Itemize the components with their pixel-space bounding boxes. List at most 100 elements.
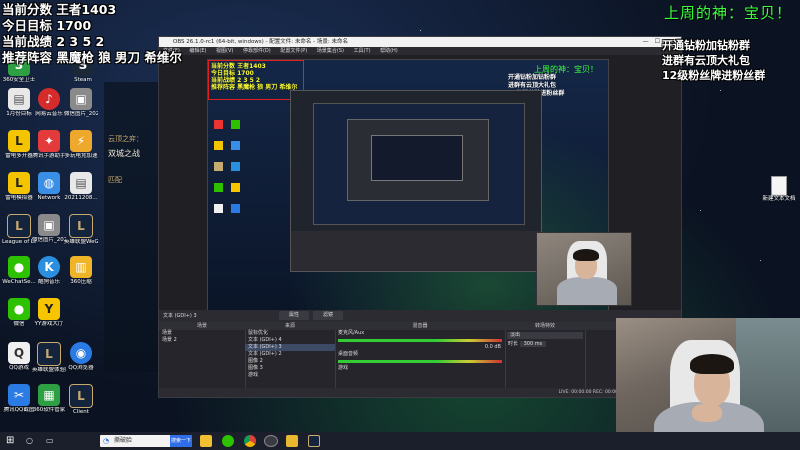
menu-item[interactable]: 编辑(E) [189,48,206,54]
source-item[interactable]: 游戏 [245,372,335,379]
kugou-icon: K [38,256,60,278]
properties-button[interactable]: 属性 [279,311,309,320]
zip-icon: ▥ [70,256,92,278]
lol-status: 匹配 [108,176,122,184]
scene-item[interactable]: 场景 2 [159,337,245,344]
source-toolbar: 文本 (GDI+) 3 属性 滤镜 [159,310,681,322]
scissors-icon: ✂ [8,384,30,406]
source-item[interactable]: 文本 (GDI+) 4 [245,337,335,344]
webcam-preview-small [536,232,632,306]
desktop-icon[interactable]: ▤ 20211208... [64,172,98,202]
preview-line: 当前战绩 2 3 5 2 [211,77,261,84]
wechat-icon: ● [8,256,30,278]
transition-select[interactable]: 淡出 [507,332,583,339]
chrome-icon[interactable] [244,435,256,447]
obs-icon[interactable] [264,435,278,447]
menu-item[interactable]: 停靠部件(D) [243,48,271,54]
stream-stats-overlay: 当前分数 王者1403 今日目标 1700 当前战绩 2 3 5 2 推荐阵容 … [2,2,182,66]
desktop-icon[interactable]: ✦ 腾讯手游助手 [32,130,66,160]
desktop-icon[interactable]: ◉ QQ浏览器 [64,342,98,372]
obs-menubar: 文件(F) 编辑(E) 视图(V) 停靠部件(D) 配置文件(P) 场景集合(S… [159,47,681,55]
scene-item[interactable]: 场景 [159,330,245,337]
mixer-dock[interactable]: 混音器 麦克风/Aux 0.0 dB 桌面音频 游戏 [335,322,506,397]
lol-icon: L [7,214,31,238]
desktop-icon[interactable]: ♪ 网易云音乐 [32,88,66,118]
search-input[interactable]: 撕破脸 [114,435,132,447]
dock-title: 来源 [245,322,335,330]
preview-line: 进群有云顶大礼包 [508,82,557,89]
desktop-icon[interactable]: ▦ 360软件管家 [32,384,66,414]
file-explorer-icon[interactable] [200,435,212,447]
overlay-line: 当前战绩 2 3 5 2 [2,34,105,49]
menu-item[interactable]: 配置文件(P) [280,48,307,54]
desktop-icon[interactable]: ● WeChatSe... [2,256,36,286]
audio-meter [338,339,502,342]
file-label: 新建文本文档 [762,196,796,202]
wechat-icon[interactable] [222,435,234,447]
overlay-line: 开通钻粉加钻粉群 [662,39,750,52]
network-icon: ◍ [38,172,60,194]
search-box[interactable]: ◔ 撕破脸 搜索一下 [100,435,192,447]
desktop-icon[interactable]: Q QQ游戏 [2,342,36,372]
menu-item[interactable]: 工具(T) [354,48,371,54]
mixer-db: 0.0 dB [484,344,501,350]
overlay-line: 当前分数 王者1403 [2,2,117,17]
desktop-icon[interactable]: L 雷电多开器 [2,130,36,160]
webcam-overlay [616,318,800,450]
transitions-dock[interactable]: 转场特效 淡出 时长 300 ms [505,322,586,397]
top-supporter-overlay: 上周的神：宝贝！ [663,4,792,22]
desktop-icon[interactable]: Y YY游戏大厅 [32,298,66,328]
menu-item[interactable]: 场景集合(S) [317,48,344,54]
task-view-icon[interactable]: ▭ [46,435,58,447]
search-icon[interactable]: ○ [26,435,38,447]
dock-title: 混音器 [335,322,505,330]
desktop-icon[interactable]: LLeague of Legends [2,214,36,246]
desktop-icon[interactable]: ⚡ 多玩电竞加速 [64,130,98,160]
sources-dock[interactable]: 来源 鼠标优化 文本 (GDI+) 4 文本 (GDI+) 3 文本 (GDI+… [245,322,336,397]
overlay-line: 今日目标 1700 [2,18,92,33]
folder-icon[interactable] [286,435,298,447]
desktop-icon[interactable]: ● 微信 [2,298,36,328]
desktop-icon[interactable]: ▣微信图片_2022021... [32,214,66,244]
lol-icon: L [37,342,61,366]
source-item[interactable]: 图像 2 [245,358,335,365]
menu-item[interactable]: 帮助(H) [380,48,398,54]
scenes-dock[interactable]: 场景 场景 场景 2 [159,322,246,397]
overlay-line: 进群有云顶大礼包 [662,54,750,67]
dock-title: 转场特效 [505,322,585,330]
desktop-icon[interactable]: ▥ 360压缩 [64,256,98,286]
start-button[interactable]: ⊞ [6,435,18,447]
desktop-icon[interactable]: L Client [64,384,98,416]
obs-docks: 场景 场景 场景 2 来源 鼠标优化 文本 (GDI+) 4 文本 (GDI+)… [159,322,681,397]
search-logo-icon: ◔ [103,437,110,445]
dock-title: 场景 [159,322,245,330]
image-icon: ▣ [70,88,92,110]
desktop-icon[interactable]: ✂ 腾讯QQ截图 [2,384,36,414]
wechat-icon: ● [8,298,30,320]
obs-window[interactable]: OBS 26.1.0-rc1 (64-bit, windows) - 配置文件:… [158,36,682,398]
desktop-icon[interactable]: K 酷狗音乐 [32,256,66,286]
desktop-icon[interactable]: ◍ Network [32,172,66,202]
desktop-icon[interactable]: ▤ 1月份目标 [2,88,36,118]
desktop-icon[interactable]: ▣微信图片_2022021... [64,88,98,118]
preview-line: 今日目标 1700 [211,70,254,77]
lol-mode-name: 双城之战 [108,149,140,158]
search-button[interactable]: 搜索一下 [170,435,192,447]
filters-button[interactable]: 滤镜 [313,311,343,320]
desktop-icon[interactable]: L英雄联盟体验服 [32,342,66,374]
source-item[interactable]: 文本 (GDI+) 3 [245,344,335,351]
lol-icon[interactable] [308,435,320,447]
qq-icon: Q [8,342,30,364]
desktop-icon[interactable]: L英雄联盟WeGame版 [64,214,98,246]
desktop-icon[interactable]: 新建文本文档 [762,176,796,203]
menu-item[interactable]: 视图(V) [216,48,233,54]
source-item[interactable]: 文本 (GDI+) 2 [245,351,335,358]
desktop-icon[interactable]: L 雷电模拟器 [2,172,36,202]
image-icon: ▣ [38,214,60,236]
lol-client-window[interactable]: 云顶之弈： 双城之战 匹配 [104,82,165,372]
source-item[interactable]: 图像 3 [245,365,335,372]
fan-group-overlay: 开通钻粉加钻粉群 进群有云顶大礼包 12级粉丝牌进粉丝群 [662,38,765,83]
source-item[interactable]: 鼠标优化 [245,330,335,337]
duration-input[interactable]: 300 ms [519,341,547,347]
obs-title: OBS 26.1.0-rc1 (64-bit, windows) - 配置文件:… [173,39,348,45]
